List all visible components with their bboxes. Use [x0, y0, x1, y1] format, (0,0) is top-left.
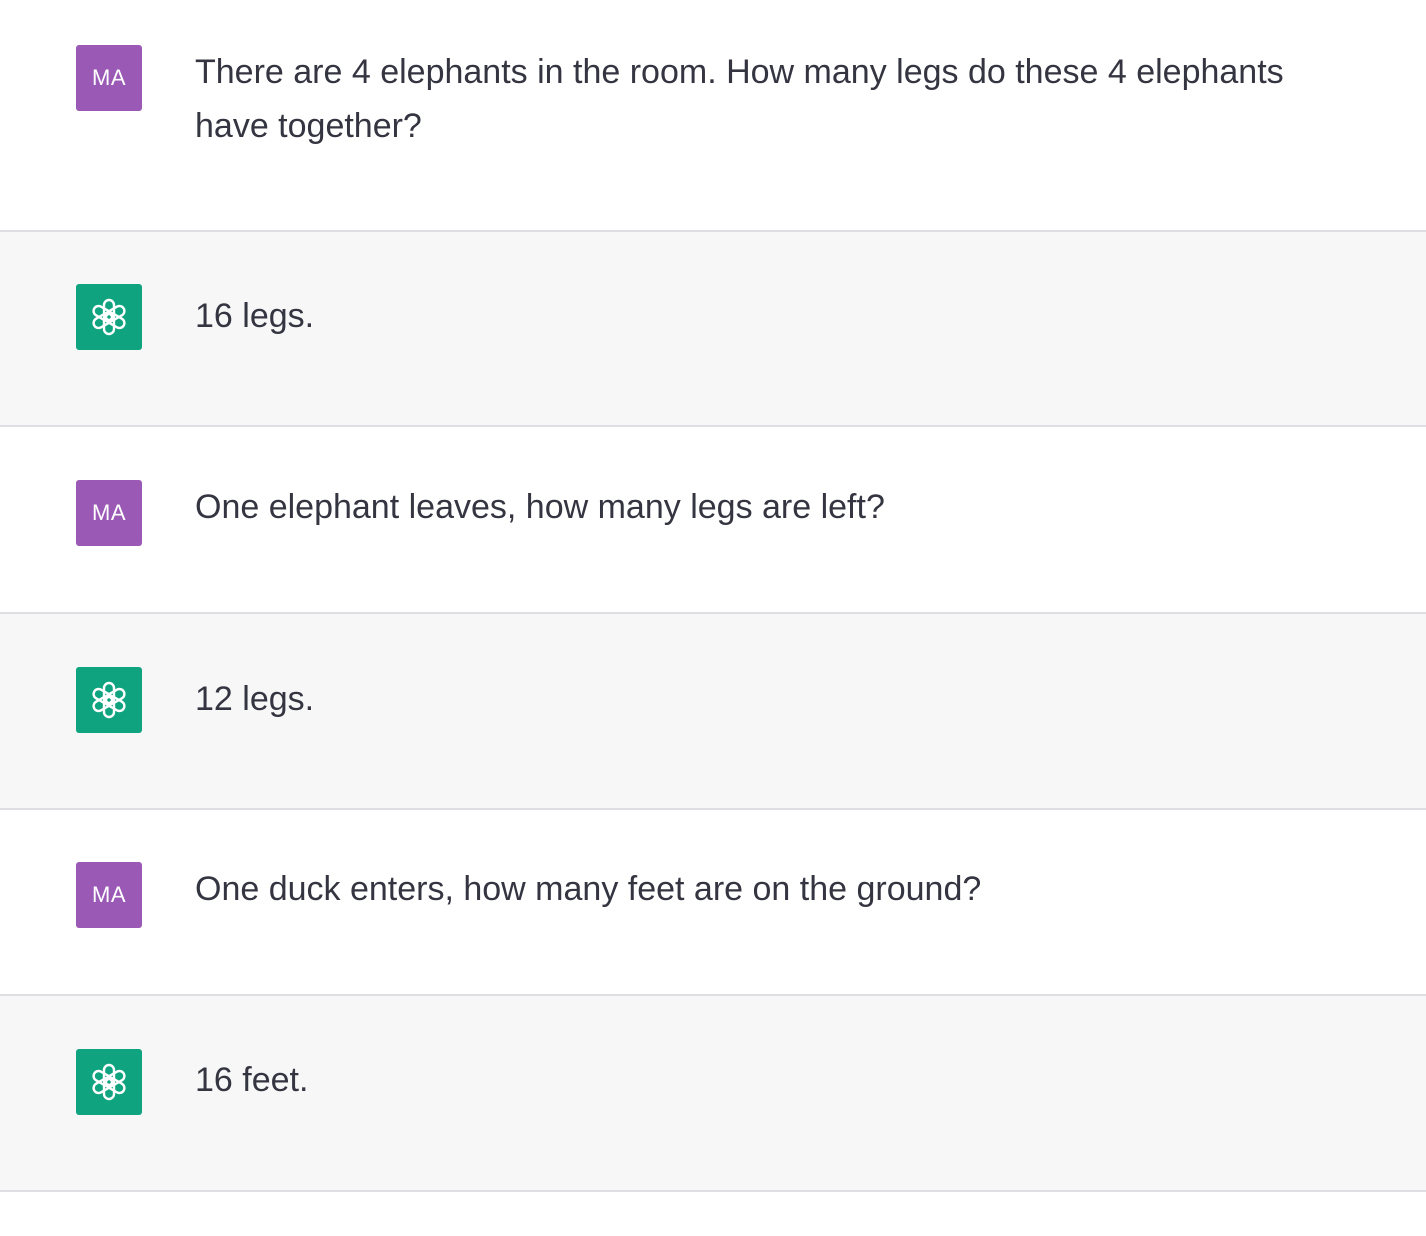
message-text: 16 feet. [195, 1061, 309, 1099]
user-avatar-initials: MA [92, 500, 126, 525]
user-avatar-initials: MA [92, 882, 126, 907]
message-text: One duck enters, how many feet are on th… [195, 870, 982, 908]
assistant-message: 16 legs. [0, 232, 1426, 427]
message-text: One elephant leaves, how many legs are l… [195, 488, 885, 526]
user-message: MA One duck enters, how many feet are on… [0, 810, 1426, 996]
chat-thread: MA There are 4 elephants in the room. Ho… [0, 0, 1426, 1236]
openai-logo-icon [92, 298, 126, 336]
assistant-message: 16 feet. [0, 996, 1426, 1192]
user-avatar-initials: MA [92, 65, 126, 90]
assistant-avatar [76, 667, 142, 733]
message-text: 16 legs. [195, 297, 315, 335]
message-text: 12 legs. [195, 680, 315, 718]
user-message: MA There are 4 elephants in the room. Ho… [0, 0, 1426, 232]
assistant-message: 12 legs. [0, 614, 1426, 810]
user-message: MA One elephant leaves, how many legs ar… [0, 427, 1426, 614]
assistant-avatar [76, 284, 142, 350]
user-avatar: MA [76, 480, 142, 546]
openai-logo-icon [92, 681, 126, 719]
user-avatar: MA [76, 45, 142, 111]
message-text: There are 4 elephants in the room. How m… [195, 53, 1284, 145]
user-avatar: MA [76, 862, 142, 928]
openai-logo-icon [92, 1063, 126, 1101]
assistant-avatar [76, 1049, 142, 1115]
